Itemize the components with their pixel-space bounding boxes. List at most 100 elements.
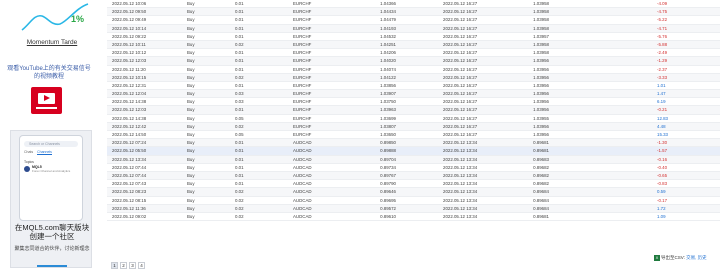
open-price-cell: 1.04193 (380, 25, 396, 31)
table-row: 2022.05.12 12:04 Buy 0.03 EURCHF 1.03907 2022… (107, 90, 720, 99)
table-row: 2022.05.12 12:31 Buy 0.01 EURCHF 1.03856 2022… (107, 82, 720, 91)
type-cell: Buy (187, 164, 195, 170)
profit-cell: -4.75 (657, 9, 668, 15)
symbol-cell: EURCHF (293, 9, 312, 15)
symbol-cell: EURCHF (293, 1, 312, 6)
volume-cell: 0.01 (235, 181, 244, 187)
open-time-cell: 2022.05.12 10:06 (112, 1, 147, 6)
close-time-cell: 2022.05.12 16:27 (443, 107, 478, 113)
close-time-cell: 2022.05.12 13:34 (443, 172, 478, 178)
table-row: 2022.05.12 09:22 Buy 0.01 EURCHF 1.04532 2022… (107, 33, 720, 41)
symbol-cell: EURCHF (293, 115, 312, 121)
close-price-cell: 0.89681 (533, 140, 549, 146)
type-cell: Buy (187, 17, 195, 23)
youtube-video-icon[interactable] (31, 87, 62, 114)
close-time-cell: 2022.05.12 16:27 (443, 123, 478, 129)
symbol-cell: EURCHF (293, 132, 312, 137)
profit-cell: 1.09 (657, 213, 666, 219)
export-csv-link[interactable]: 交易, 历史 (686, 255, 707, 260)
type-cell: Buy (187, 107, 195, 113)
open-time-cell: 2022.05.12 07:44 (112, 172, 147, 178)
signal-sparkline[interactable]: 1% (20, 0, 90, 36)
table-row: 2022.05.12 09:50 Buy 0.01 EURCHF 1.04434 2022… (107, 8, 720, 17)
type-cell: Buy (187, 156, 195, 162)
close-price-cell: 1.03956 (533, 58, 549, 64)
type-cell: Buy (187, 1, 195, 6)
volume-cell: 0.01 (235, 17, 244, 23)
open-time-cell: 2022.05.12 09:49 (112, 17, 147, 23)
channel-avatar-icon (24, 166, 30, 172)
open-price-cell: 0.89646 (380, 189, 396, 195)
open-price-cell: 0.89850 (380, 140, 396, 146)
excel-icon: X (654, 254, 660, 261)
profit-cell: 1.72 (657, 205, 666, 211)
signal-name-link[interactable]: Momentum Tardе (14, 39, 90, 46)
volume-cell: 0.01 (235, 9, 244, 15)
type-cell: Buy (187, 66, 195, 72)
open-price-cell: 1.04122 (380, 74, 396, 80)
open-price-cell: 1.04532 (380, 33, 396, 39)
profit-cell: 0.59 (657, 189, 666, 195)
close-price-cell: 1.03956 (533, 99, 549, 105)
close-time-cell: 2022.05.12 16:27 (443, 82, 478, 88)
open-time-cell: 2022.05.12 12:31 (112, 82, 147, 88)
open-price-cell: 0.89734 (380, 164, 396, 170)
close-time-cell: 2022.05.12 13:34 (443, 181, 478, 187)
type-cell: Buy (187, 213, 195, 219)
open-price-cell: 1.04206 (380, 50, 396, 56)
close-time-cell: 2022.05.12 16:27 (443, 9, 478, 15)
type-cell: Buy (187, 123, 195, 129)
profit-cell: 15.33 (657, 132, 668, 137)
profit-cell: -0.40 (657, 164, 668, 170)
close-price-cell: 1.03957 (533, 33, 549, 39)
close-price-cell: 1.03956 (533, 82, 549, 88)
volume-cell: 0.02 (235, 74, 244, 80)
video-progress-bar (36, 107, 57, 109)
chat-community-ad[interactable]: Search or Channels Chats Channels Topics… (10, 130, 92, 268)
close-time-cell: 2022.05.12 13:34 (443, 164, 478, 170)
volume-cell: 0.05 (235, 132, 244, 137)
table-row: 2022.05.12 10:06 Buy 0.01 EURCHF 1.04366 2022… (107, 0, 720, 9)
table-row: 2022.05.12 14:38 Buy 0.05 EURCHF 1.03699 2022… (107, 115, 720, 123)
open-price-cell: 1.03963 (380, 107, 396, 113)
profit-cell: -4.09 (657, 1, 668, 6)
profit-cell: -0.17 (657, 197, 668, 203)
open-time-cell: 2022.05.12 08:23 (112, 189, 147, 195)
close-price-cell: 0.89681 (533, 148, 549, 154)
youtube-promo-link[interactable]: 观看YouTube上的有关交易信号的视频教程 (6, 65, 92, 81)
open-price-cell: 0.89888 (380, 148, 396, 154)
table-row: 2022.05.12 14:38 Buy 0.03 EURCHF 1.03750 2022… (107, 98, 720, 107)
pagination: 1234 (111, 254, 147, 269)
table-row: 2022.05.12 09:49 Buy 0.01 EURCHF 1.04479 2022… (107, 16, 720, 25)
export-csv: X 导出至CSV: 交易, 历史 (654, 254, 707, 262)
ad-subtitle: 聚集志同道合的伙伴，讨论新理念 (14, 246, 90, 252)
symbol-cell: AUDCAD (293, 164, 312, 170)
open-time-cell: 2022.05.12 14:38 (112, 115, 147, 121)
table-row: 2022.05.12 12:42 Buy 0.02 EURCHF 1.03807 2022… (107, 122, 720, 131)
open-time-cell: 2022.05.12 10:14 (112, 25, 147, 31)
table-row: 2022.05.12 13:34 Buy 0.01 AUDCAD 0.89704 2022… (107, 155, 720, 164)
symbol-cell: AUDCAD (293, 189, 312, 195)
volume-cell: 0.01 (235, 66, 244, 72)
close-price-cell: 1.03956 (533, 66, 549, 72)
open-price-cell: 1.03807 (380, 123, 396, 129)
volume-cell: 0.02 (235, 205, 244, 211)
open-time-cell: 2022.05.12 09:50 (112, 9, 147, 15)
symbol-cell: EURCHF (293, 91, 312, 97)
close-price-cell: 1.03956 (533, 123, 549, 129)
open-time-cell: 2022.05.12 07:43 (112, 181, 147, 187)
profit-cell: -0.83 (657, 181, 668, 187)
type-cell: Buy (187, 197, 195, 203)
symbol-cell: EURCHF (293, 82, 312, 88)
volume-cell: 0.01 (235, 82, 244, 88)
profit-cell: -0.21 (657, 107, 668, 113)
open-price-cell: 0.89704 (380, 156, 396, 162)
symbol-cell: EURCHF (293, 50, 312, 56)
open-price-cell: 1.04020 (380, 58, 396, 64)
symbol-cell: EURCHF (293, 17, 312, 23)
close-price-cell: 0.89684 (533, 197, 549, 203)
symbol-cell: AUDCAD (293, 172, 312, 178)
close-price-cell: 1.03956 (533, 132, 549, 137)
table-row: 2022.05.12 12:03 Buy 0.01 EURCHF 1.03963 2022… (107, 106, 720, 115)
close-time-cell: 2022.05.12 13:34 (443, 189, 478, 195)
